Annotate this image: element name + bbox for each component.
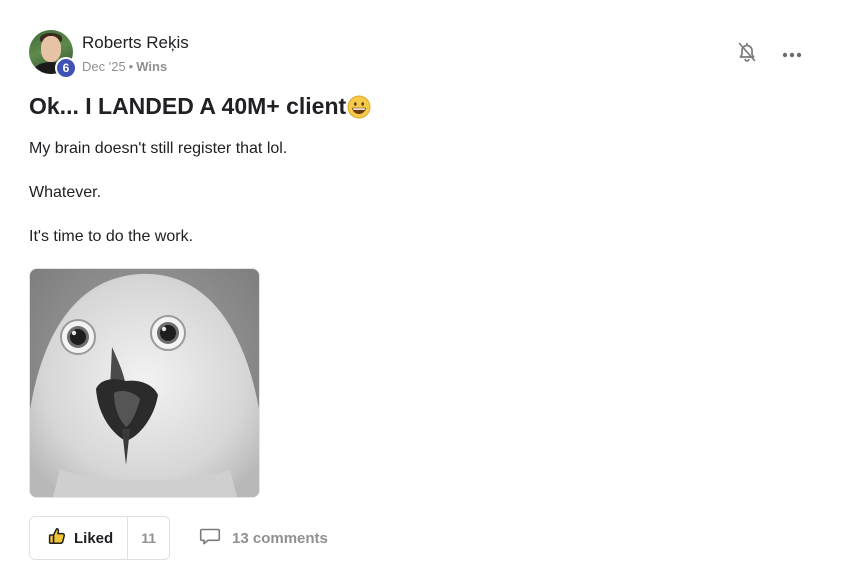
post-date: Dec '25 — [82, 59, 126, 74]
like-button-label: Liked — [74, 529, 114, 547]
bell-off-icon — [737, 41, 757, 68]
more-horizontal-icon — [782, 45, 802, 63]
avatar-face — [41, 36, 61, 62]
like-count[interactable]: 11 — [128, 517, 169, 559]
post-body-paragraph: My brain doesn't still register that lol… — [29, 140, 288, 157]
post-body-paragraph: It's time to do the work. — [29, 228, 194, 245]
notification-toggle-button[interactable] — [736, 42, 758, 66]
grinning-face-emoji — [347, 95, 371, 119]
like-button[interactable]: Liked — [30, 517, 129, 559]
comments-link[interactable]: 13 comments — [199, 526, 328, 550]
post-card: 6 Roberts Reķis Dec '25 • Wins Ok... I LAN… — [0, 0, 846, 577]
like-control: Liked 11 — [29, 516, 170, 560]
surprised-owl-gif — [30, 269, 259, 497]
author-avatar-wrapper[interactable]: 6 — [29, 30, 77, 79]
post-title: Ok... I LANDED A 40M+ client — [29, 93, 371, 120]
post-gif-image[interactable] — [29, 268, 260, 498]
level-badge: 6 — [55, 57, 77, 79]
post-body-paragraph: Whatever. — [29, 184, 102, 201]
comment-icon — [199, 526, 232, 550]
author-name[interactable]: Roberts Reķis — [82, 33, 189, 53]
post-category[interactable]: Wins — [136, 59, 167, 74]
meta-separator: • — [128, 59, 134, 74]
post-meta: Dec '25 • Wins — [82, 59, 167, 74]
thumbs-up-icon — [48, 527, 74, 549]
comments-label: 13 comments — [232, 529, 328, 547]
more-options-button[interactable] — [778, 42, 806, 66]
post-title-text: Ok... I LANDED A 40M+ client — [29, 93, 347, 119]
